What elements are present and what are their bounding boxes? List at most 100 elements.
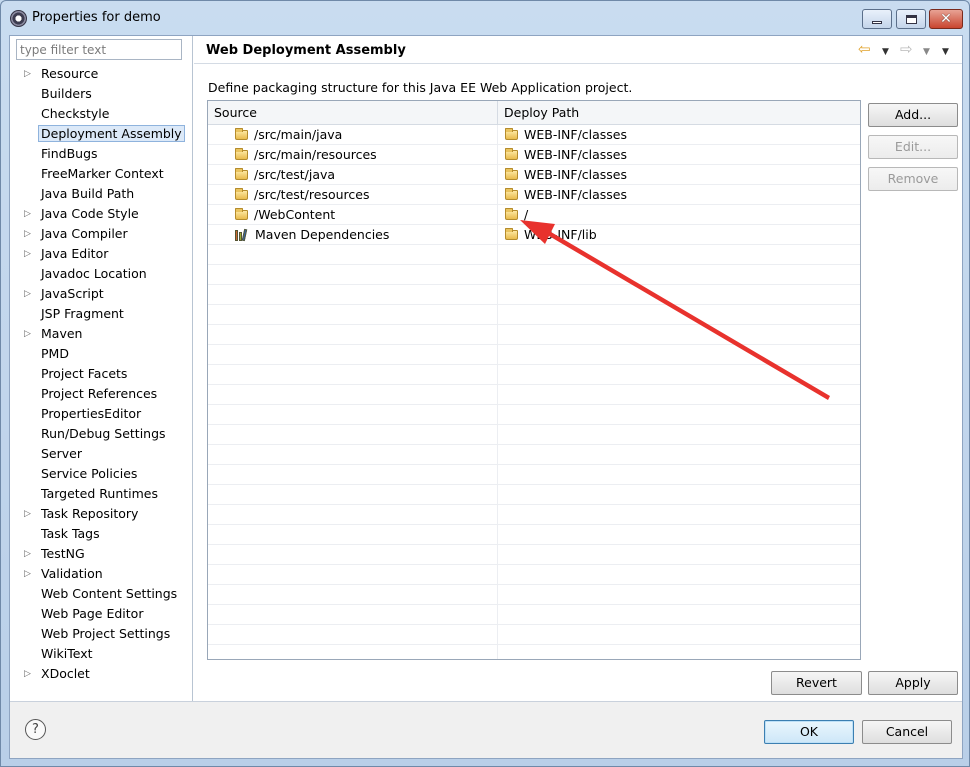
nav-item-label: Web Page Editor	[41, 606, 144, 621]
nav-item[interactable]: ▷ Java Compiler	[10, 224, 192, 244]
nav-item[interactable]: Java Build Path	[10, 184, 192, 204]
deploy-path-cell: WEB-INF/lib	[498, 225, 860, 245]
expand-icon[interactable]: ▷	[24, 544, 34, 564]
empty-table-row	[208, 445, 860, 465]
nav-item[interactable]: Service Policies	[10, 464, 192, 484]
remove-button[interactable]: Remove	[868, 167, 958, 191]
nav-item-label: Javadoc Location	[41, 266, 147, 281]
nav-item[interactable]: ▷ Validation	[10, 564, 192, 584]
nav-item[interactable]: Project Facets	[10, 364, 192, 384]
nav-item[interactable]: FindBugs	[10, 144, 192, 164]
nav-item-label: Server	[41, 446, 82, 461]
apply-button[interactable]: Apply	[868, 671, 958, 695]
nav-item[interactable]: ▷ Task Repository	[10, 504, 192, 524]
column-header-deploy-path[interactable]: Deploy Path	[498, 101, 860, 125]
expand-icon[interactable]: ▷	[24, 284, 34, 304]
table-row[interactable]: /src/main/resources WEB-INF/classes	[208, 145, 860, 165]
empty-table-row	[208, 325, 860, 345]
close-button[interactable]: ✕	[929, 9, 963, 29]
ok-button[interactable]: OK	[764, 720, 854, 744]
nav-item-label: TestNG	[41, 546, 85, 561]
revert-button[interactable]: Revert	[771, 671, 862, 695]
nav-item[interactable]: ▷ Resource	[10, 64, 192, 84]
nav-item-label: Task Repository	[41, 506, 139, 521]
filter-input[interactable]	[16, 39, 182, 60]
nav-item[interactable]: ▷ Java Editor	[10, 244, 192, 264]
table-row[interactable]: Maven Dependencies WEB-INF/lib	[208, 225, 860, 245]
nav-item[interactable]: Targeted Runtimes	[10, 484, 192, 504]
table-row[interactable]: /src/test/resources WEB-INF/classes	[208, 185, 860, 205]
nav-item[interactable]: ▷ Maven	[10, 324, 192, 344]
expand-icon[interactable]: ▷	[24, 504, 34, 524]
close-icon: ✕	[940, 11, 952, 27]
empty-table-row	[208, 605, 860, 625]
expand-icon[interactable]: ▷	[24, 324, 34, 344]
table-row[interactable]: /src/test/java WEB-INF/classes	[208, 165, 860, 185]
nav-item[interactable]: Checkstyle	[10, 104, 192, 124]
nav-item[interactable]: ▷ Java Code Style	[10, 204, 192, 224]
nav-item[interactable]: PMD	[10, 344, 192, 364]
table-row[interactable]: /WebContent /	[208, 205, 860, 225]
empty-table-row	[208, 525, 860, 545]
source-path: /src/test/resources	[254, 187, 370, 202]
nav-item[interactable]: PropertiesEditor	[10, 404, 192, 424]
nav-item[interactable]: Web Content Settings	[10, 584, 192, 604]
expand-icon[interactable]: ▷	[24, 224, 34, 244]
deploy-path: WEB-INF/lib	[524, 227, 597, 242]
folder-icon	[235, 188, 248, 200]
nav-item-label: Checkstyle	[41, 106, 110, 121]
add-button[interactable]: Add...	[868, 103, 958, 127]
edit-button[interactable]: Edit...	[868, 135, 958, 159]
empty-table-row	[208, 485, 860, 505]
nav-item-label: Java Compiler	[41, 226, 128, 241]
folder-icon	[235, 208, 248, 220]
deployment-assembly-table[interactable]: Source ⌃ Deploy Path /src/main/java WEB-I…	[207, 100, 861, 660]
folder-icon	[235, 168, 248, 180]
nav-item[interactable]: Deployment Assembly	[10, 124, 192, 144]
deploy-path: WEB-INF/classes	[524, 147, 628, 162]
forward-dropdown-icon[interactable]: ▼	[923, 45, 930, 60]
nav-item-label: Validation	[41, 566, 103, 581]
expand-icon[interactable]: ▷	[24, 664, 34, 684]
cancel-button[interactable]: Cancel	[862, 720, 952, 744]
nav-item[interactable]: ▷ JavaScript	[10, 284, 192, 304]
source-path: /src/test/java	[254, 167, 336, 182]
nav-item-label: Resource	[41, 66, 99, 81]
page-title: Web Deployment Assembly	[206, 43, 406, 58]
folder-icon	[505, 148, 518, 160]
title-bar[interactable]: Properties for demo ✕	[1, 1, 969, 35]
nav-item[interactable]: Javadoc Location	[10, 264, 192, 284]
deploy-path: WEB-INF/classes	[524, 187, 628, 202]
expand-icon[interactable]: ▷	[24, 564, 34, 584]
nav-item[interactable]: Run/Debug Settings	[10, 424, 192, 444]
nav-item[interactable]: Server	[10, 444, 192, 464]
nav-item[interactable]: ▷ TestNG	[10, 544, 192, 564]
nav-item[interactable]: JSP Fragment	[10, 304, 192, 324]
nav-item-label: JavaScript	[41, 286, 104, 301]
empty-table-row	[208, 585, 860, 605]
nav-item-label: FreeMarker Context	[41, 166, 164, 181]
help-icon[interactable]: ?	[25, 719, 46, 740]
nav-item[interactable]: Web Page Editor	[10, 604, 192, 624]
nav-item[interactable]: ▷ XDoclet	[10, 664, 192, 684]
nav-item[interactable]: Web Project Settings	[10, 624, 192, 644]
nav-item[interactable]: Project References	[10, 384, 192, 404]
maximize-button[interactable]	[896, 9, 926, 29]
empty-table-row	[208, 385, 860, 405]
back-arrow-icon[interactable]: ⇦	[858, 42, 871, 57]
expand-icon[interactable]: ▷	[24, 204, 34, 224]
minimize-button[interactable]	[862, 9, 892, 29]
nav-item-label: Deployment Assembly	[38, 125, 185, 142]
view-menu-icon[interactable]: ▼	[942, 45, 949, 60]
expand-icon[interactable]: ▷	[24, 64, 34, 84]
nav-item[interactable]: WikiText	[10, 644, 192, 664]
table-row[interactable]: /src/main/java WEB-INF/classes	[208, 125, 860, 145]
maximize-icon	[905, 14, 917, 24]
nav-item[interactable]: Builders	[10, 84, 192, 104]
back-dropdown-icon[interactable]: ▼	[882, 45, 889, 60]
expand-icon[interactable]: ▷	[24, 244, 34, 264]
nav-item[interactable]: FreeMarker Context	[10, 164, 192, 184]
nav-item-label: Java Code Style	[41, 206, 139, 221]
forward-arrow-icon[interactable]: ⇨	[900, 42, 913, 57]
nav-item[interactable]: Task Tags	[10, 524, 192, 544]
